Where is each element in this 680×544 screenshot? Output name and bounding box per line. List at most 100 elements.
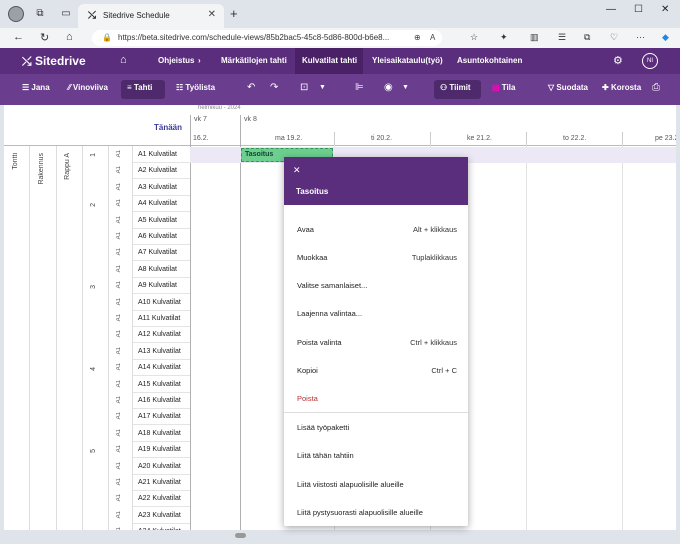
- nav-chevron-icon: ›: [198, 56, 201, 65]
- suodata-button[interactable]: ▽ Suodata: [548, 83, 588, 92]
- minimize-icon[interactable]: —: [606, 4, 616, 15]
- nav-asuntokohtainen[interactable]: Asuntokohtainen: [457, 56, 522, 65]
- tyolista-button[interactable]: ☷ Työlista: [176, 83, 215, 92]
- nav-ohjeistus[interactable]: Ohjeistus: [158, 56, 194, 65]
- visibility-eye-icon[interactable]: ◉: [384, 82, 393, 93]
- nav-kulvatilat-tahti[interactable]: Kulvatilat tahti: [302, 56, 357, 65]
- table-row[interactable]: A5 Kulvatilat: [133, 213, 190, 229]
- copilot-icon[interactable]: ◆: [662, 32, 669, 43]
- menu-item-lisaa-tyopaketti[interactable]: Lisää työpaketti: [297, 423, 457, 432]
- jana-button[interactable]: ☰ Jana: [22, 83, 50, 92]
- table-row[interactable]: A7 Kulvatilat: [133, 245, 190, 262]
- area-tag-icon: A1: [116, 182, 122, 191]
- table-row[interactable]: A21 Kulvatilat: [133, 475, 190, 491]
- url-field[interactable]: 🔒 https://beta.sitedrive.com/schedule-vi…: [92, 30, 442, 46]
- table-row[interactable]: A23 Kulvatilat: [133, 508, 190, 524]
- new-tab-icon[interactable]: +: [230, 6, 238, 21]
- workspaces-icon[interactable]: ⧉: [34, 8, 46, 20]
- table-row[interactable]: A17 Kulvatilat: [133, 409, 190, 426]
- table-row[interactable]: A24 Kulvatilat: [133, 524, 190, 530]
- camera-icon[interactable]: ⊡: [300, 82, 308, 93]
- menu-item-laajenna-valintaa[interactable]: Laajenna valintaa...: [297, 309, 457, 318]
- table-row[interactable]: A2 Kulvatilat: [133, 163, 190, 180]
- visibility-chevron-icon[interactable]: ▼: [402, 84, 409, 91]
- hierarchy-label-rakennus: Rakennus: [38, 153, 45, 185]
- tab-actions-icon[interactable]: ▭: [60, 8, 72, 20]
- sitedrive-logo[interactable]: ⤯ Sitedrive: [22, 54, 86, 69]
- chevron-down-icon[interactable]: ▼: [319, 84, 326, 91]
- table-row[interactable]: A6 Kulvatilat: [133, 229, 190, 245]
- favorite-icon[interactable]: ☆: [470, 32, 478, 43]
- area-tag-icon: A1: [116, 166, 122, 174]
- sitedrive-favicon-icon: ⤯: [88, 10, 96, 21]
- day-label: to 22.2.: [526, 132, 622, 145]
- table-row[interactable]: A4 Kulvatilat: [133, 196, 190, 213]
- favorites-bar-icon[interactable]: ☰: [558, 32, 566, 43]
- menu-item-kopioi[interactable]: Kopioi Ctrl + C: [297, 366, 457, 375]
- print-icon[interactable]: ⎙: [652, 82, 660, 93]
- table-row[interactable]: A1 Kulvatilat: [133, 147, 190, 163]
- tiimit-button[interactable]: ⚇ Tiimit: [440, 83, 471, 92]
- nav-markatilojen-tahti[interactable]: Märkätilojen tahti: [221, 56, 287, 65]
- menu-item-poista[interactable]: Poista: [297, 394, 457, 403]
- settings-gear-icon[interactable]: ⚙: [613, 54, 623, 67]
- undo-icon[interactable]: ↶: [247, 82, 255, 93]
- menu-item-muokkaa[interactable]: Muokkaa Tuplaklikkaus: [297, 253, 457, 262]
- read-aloud-icon[interactable]: A: [430, 33, 435, 42]
- today-button[interactable]: Tänään: [154, 123, 182, 132]
- menu-item-avaa[interactable]: Avaa Alt + klikkaus: [297, 225, 457, 234]
- home-nav-icon[interactable]: ⌂: [120, 54, 127, 66]
- more-menu-icon[interactable]: ···: [636, 32, 645, 42]
- area-tag-icon: A1: [116, 379, 122, 387]
- close-icon[interactable]: ✕: [293, 165, 301, 176]
- nav-yleisaikataulu[interactable]: Yleisaikataulu(työ): [372, 56, 443, 65]
- menu-item-liita-pystysuorasti[interactable]: Liitä pystysuorasti alapuolisille alueil…: [297, 508, 457, 517]
- browser-essentials-icon[interactable]: ♡: [610, 32, 618, 43]
- table-row[interactable]: A14 Kulvatilat: [133, 360, 190, 377]
- table-row[interactable]: A12 Kulvatilat: [133, 327, 190, 344]
- area-tag-icon: A1: [116, 494, 122, 502]
- context-menu-title: Tasoitus: [296, 187, 329, 196]
- horizontal-scrollbar[interactable]: [235, 533, 246, 538]
- tila-button[interactable]: ▤ Tila: [492, 83, 515, 92]
- lock-icon[interactable]: 🔒: [102, 33, 112, 42]
- extensions-icon[interactable]: ✦: [500, 32, 508, 43]
- back-icon[interactable]: ←: [13, 31, 24, 43]
- collections-icon[interactable]: ⧉: [584, 32, 590, 43]
- table-row[interactable]: A22 Kulvatilat: [133, 491, 190, 508]
- table-row[interactable]: A19 Kulvatilat: [133, 442, 190, 459]
- table-row[interactable]: A16 Kulvatilat: [133, 393, 190, 409]
- table-row[interactable]: A20 Kulvatilat: [133, 459, 190, 475]
- browser-tab[interactable]: ⤯ Sitedrive Schedule ✕: [78, 4, 224, 28]
- split-screen-icon[interactable]: ▥: [530, 32, 539, 43]
- table-row[interactable]: A9 Kulvatilat: [133, 278, 190, 295]
- zoom-icon[interactable]: ⊕: [414, 33, 421, 42]
- table-row[interactable]: A13 Kulvatilat: [133, 344, 190, 360]
- area-tag-icon: A1: [116, 412, 122, 420]
- tahti-button[interactable]: ≡ Tahti: [127, 83, 152, 92]
- tyolista-label: Työlista: [185, 83, 216, 92]
- table-row[interactable]: A10 Kulvatilat: [133, 295, 190, 311]
- table-row[interactable]: A15 Kulvatilat: [133, 377, 190, 393]
- table-row[interactable]: A11 Kulvatilat: [133, 311, 190, 327]
- redo-icon[interactable]: ↷: [270, 82, 278, 93]
- close-tab-icon[interactable]: ✕: [208, 9, 216, 20]
- home-icon[interactable]: ⌂: [66, 31, 73, 43]
- align-icon[interactable]: ⊫: [355, 82, 364, 93]
- menu-item-liita-viistosti[interactable]: Liitä viistosti alapuolisille alueille: [297, 480, 457, 489]
- profile-avatar-icon[interactable]: [8, 6, 24, 22]
- table-row[interactable]: A18 Kulvatilat: [133, 426, 190, 442]
- vinoviiva-button[interactable]: ⁄⁄ Vinoviiva: [68, 83, 108, 92]
- area-tag-icon: A1: [116, 264, 122, 273]
- korosta-button[interactable]: ✚ Korosta: [602, 83, 641, 92]
- area-tag-icon: A1: [116, 445, 122, 453]
- maximize-icon[interactable]: ☐: [634, 4, 643, 15]
- table-row[interactable]: A8 Kulvatilat: [133, 262, 190, 278]
- menu-item-poista-valinta[interactable]: Poista valinta Ctrl + klikkaus: [297, 338, 457, 347]
- menu-item-liita-tahan-tahtiin[interactable]: Liitä tähän tahtiin: [297, 451, 457, 460]
- table-row[interactable]: A3 Kulvatilat: [133, 180, 190, 196]
- user-avatar[interactable]: NI: [642, 53, 658, 69]
- close-window-icon[interactable]: ✕: [661, 4, 669, 15]
- menu-item-valitse-samanlaiset[interactable]: Valitse samanlaiset...: [297, 281, 457, 290]
- refresh-icon[interactable]: ↻: [40, 31, 49, 44]
